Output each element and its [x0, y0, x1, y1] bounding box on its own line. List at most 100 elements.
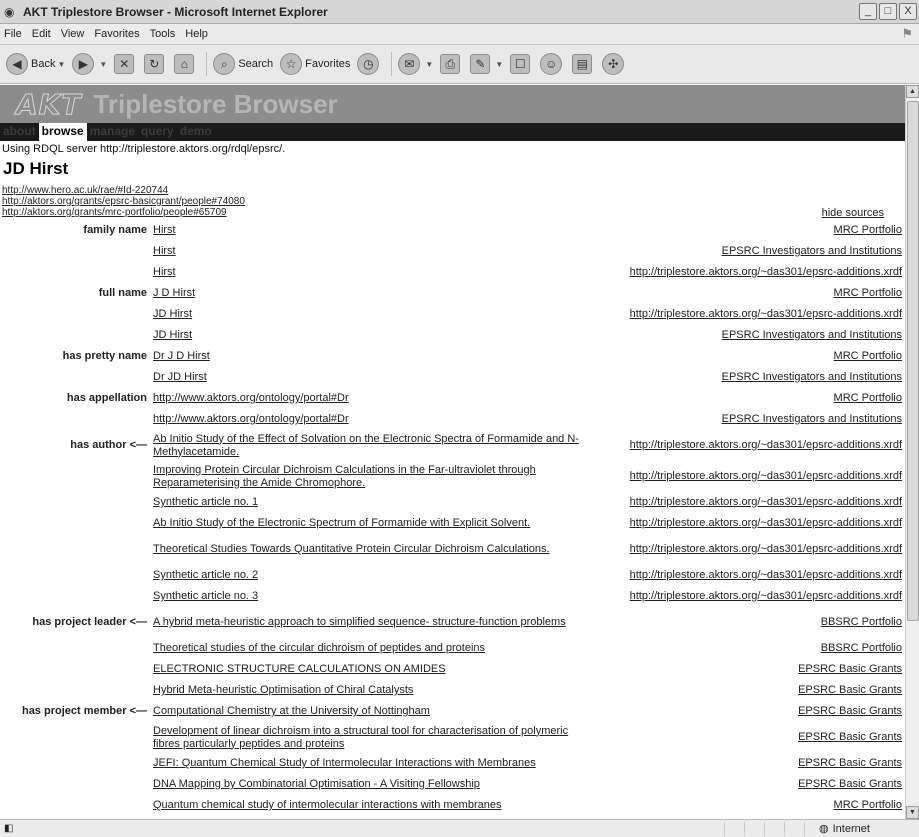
nav-manage[interactable]: manage	[87, 123, 138, 141]
back-button[interactable]: ◀ Back ▼	[6, 53, 65, 75]
research-button[interactable]: ▤	[572, 54, 595, 74]
property-value-link[interactable]: Theoretical studies of the circular dich…	[153, 642, 485, 654]
property-value-link[interactable]: Ab Initio Study of the Electronic Spectr…	[153, 517, 530, 529]
property-value-cell: DNA Mapping by Combinatorial Optimisatio…	[150, 774, 596, 795]
property-value-link[interactable]: ELECTRONIC STRUCTURE CALCULATIONS ON AMI…	[153, 663, 446, 675]
property-source-link[interactable]: MRC Portfolio	[834, 392, 902, 404]
edit-button[interactable]: ✎ ▼	[470, 54, 503, 74]
property-source-link[interactable]: MRC Portfolio	[834, 799, 902, 811]
property-value-link[interactable]: Theoretical Studies Towards Quantitative…	[153, 543, 550, 555]
source-link[interactable]: http://www.hero.ac.uk/rae/#Id-220744	[2, 185, 905, 196]
nav-about[interactable]: about	[0, 123, 39, 141]
menu-edit[interactable]: Edit	[32, 28, 51, 40]
property-value-link[interactable]: Synthetic article no. 1	[153, 496, 258, 508]
property-value-link[interactable]: http://www.aktors.org/ontology/portal#Dr	[153, 413, 349, 425]
property-source-link[interactable]: http://triplestore.aktors.org/~das301/ep…	[630, 543, 902, 555]
property-value-link[interactable]: Hirst	[153, 245, 176, 257]
history-button[interactable]: ◷	[357, 53, 382, 75]
refresh-button[interactable]: ↻	[144, 54, 167, 74]
property-source-link[interactable]: BBSRC Portfolio	[821, 642, 902, 654]
tools-extra-button[interactable]: ✣	[602, 53, 627, 75]
scroll-thumb[interactable]	[907, 101, 919, 621]
property-source-link[interactable]: MRC Portfolio	[834, 350, 902, 362]
stop-button[interactable]: ✕	[114, 54, 137, 74]
forward-button[interactable]: ▶ ▼	[72, 53, 107, 75]
messenger-button[interactable]: ☺	[540, 53, 565, 75]
property-value-link[interactable]: Dr J D Hirst	[153, 350, 210, 362]
property-value-link[interactable]: A hybrid meta-heuristic approach to simp…	[153, 616, 566, 628]
forward-dropdown-icon[interactable]: ▼	[99, 60, 107, 69]
search-button[interactable]: ⌕ Search	[213, 53, 273, 75]
property-source-link[interactable]: EPSRC Basic Grants	[798, 757, 902, 769]
property-value-link[interactable]: Hybrid Meta-heuristic Optimisation of Ch…	[153, 684, 413, 696]
property-value-link[interactable]: Development of linear dichroism into a s…	[153, 725, 568, 750]
property-value-cell: Synthetic article no. 1	[150, 492, 596, 513]
property-value-link[interactable]: Hirst	[153, 224, 176, 236]
property-source-link[interactable]: EPSRC Basic Grants	[798, 663, 902, 675]
property-source-link[interactable]: http://triplestore.aktors.org/~das301/ep…	[630, 517, 902, 529]
scroll-down-icon[interactable]: ▼	[906, 806, 919, 819]
property-value-link[interactable]: Hirst	[153, 266, 176, 278]
menu-view[interactable]: View	[61, 28, 85, 40]
minimize-button[interactable]: _	[859, 3, 877, 20]
property-value-link[interactable]: Synthetic article no. 3	[153, 590, 258, 602]
property-source-link[interactable]: http://triplestore.aktors.org/~das301/ep…	[630, 496, 902, 508]
property-value-link[interactable]: Synthetic article no. 2	[153, 569, 258, 581]
property-value-link[interactable]: Computational Chemistry at the Universit…	[153, 705, 430, 717]
back-dropdown-icon[interactable]: ▼	[57, 60, 65, 69]
property-source-link[interactable]: EPSRC Basic Grants	[798, 778, 902, 790]
property-value-link[interactable]: http://www.aktors.org/ontology/portal#Dr	[153, 392, 349, 404]
property-source-link[interactable]: http://triplestore.aktors.org/~das301/ep…	[630, 266, 902, 278]
property-source-link[interactable]: EPSRC Basic Grants	[798, 731, 902, 743]
nav-browse[interactable]: browse	[38, 123, 87, 141]
security-zone: ◍ Internet	[804, 821, 919, 836]
property-source-link[interactable]: http://triplestore.aktors.org/~das301/ep…	[630, 569, 902, 581]
source-link[interactable]: http://aktors.org/grants/epsrc-basicgran…	[2, 196, 905, 207]
property-source-link[interactable]: http://triplestore.aktors.org/~das301/ep…	[630, 470, 902, 482]
menu-tools[interactable]: Tools	[150, 28, 176, 40]
property-source-link[interactable]: MRC Portfolio	[834, 224, 902, 236]
nav-demo[interactable]: demo	[177, 123, 215, 141]
property-source-link[interactable]: http://triplestore.aktors.org/~das301/ep…	[630, 308, 902, 320]
edit-dropdown-icon[interactable]: ▼	[495, 60, 503, 69]
property-value-link[interactable]: JD Hirst	[153, 308, 192, 320]
nav-query[interactable]: query	[138, 123, 177, 141]
close-button[interactable]: X	[899, 3, 917, 20]
property-value-link[interactable]: J D Hirst	[153, 287, 195, 299]
property-value-link[interactable]: DNA Mapping by Combinatorial Optimisatio…	[153, 778, 480, 790]
property-value-cell: Ab Initio Study of the Effect of Solvati…	[150, 430, 596, 461]
maximize-button[interactable]: □	[879, 3, 897, 20]
property-row: family name Hirst MRC Portfolio	[0, 220, 905, 241]
favorites-button[interactable]: ☆ Favorites	[280, 53, 350, 75]
property-name	[0, 325, 150, 346]
discuss-button[interactable]: ☐	[510, 54, 533, 74]
menu-help[interactable]: Help	[185, 28, 208, 40]
menu-file[interactable]: File	[4, 28, 22, 40]
property-source-link[interactable]: MRC Portfolio	[834, 287, 902, 299]
mail-dropdown-icon[interactable]: ▼	[425, 60, 433, 69]
property-source-link[interactable]: BBSRC Portfolio	[821, 616, 902, 628]
property-source-link[interactable]: EPSRC Investigators and Institutions	[722, 245, 902, 257]
status-cell	[784, 821, 804, 836]
property-value-link[interactable]: Improving Protein Circular Dichroism Cal…	[153, 464, 536, 489]
property-source-link[interactable]: EPSRC Basic Grants	[798, 684, 902, 696]
mail-button[interactable]: ✉ ▼	[398, 53, 433, 75]
property-source-link[interactable]: EPSRC Investigators and Institutions	[722, 371, 902, 383]
scroll-up-icon[interactable]: ▲	[906, 85, 919, 98]
property-source-link[interactable]: http://triplestore.aktors.org/~das301/ep…	[630, 590, 902, 602]
property-value-link[interactable]: JD Hirst	[153, 329, 192, 341]
vertical-scrollbar[interactable]: ▲ ▼	[905, 85, 919, 819]
hide-sources-link[interactable]: hide sources	[822, 207, 884, 219]
property-source-link[interactable]: EPSRC Basic Grants	[798, 705, 902, 717]
print-button[interactable]: ⎙	[440, 54, 463, 74]
property-value-link[interactable]: JEFI: Quantum Chemical Study of Intermol…	[153, 757, 536, 769]
menu-favorites[interactable]: Favorites	[94, 28, 139, 40]
property-source-link[interactable]: http://triplestore.aktors.org/~das301/ep…	[630, 439, 902, 451]
source-link[interactable]: http://aktors.org/grants/mrc-portfolio/p…	[2, 207, 905, 218]
property-source-link[interactable]: EPSRC Investigators and Institutions	[722, 413, 902, 425]
property-value-link[interactable]: Dr JD Hirst	[153, 371, 207, 383]
home-button[interactable]: ⌂	[174, 54, 197, 74]
property-source-link[interactable]: EPSRC Investigators and Institutions	[722, 329, 902, 341]
property-value-link[interactable]: Ab Initio Study of the Effect of Solvati…	[153, 433, 579, 458]
property-value-link[interactable]: Quantum chemical study of intermolecular…	[153, 799, 501, 811]
